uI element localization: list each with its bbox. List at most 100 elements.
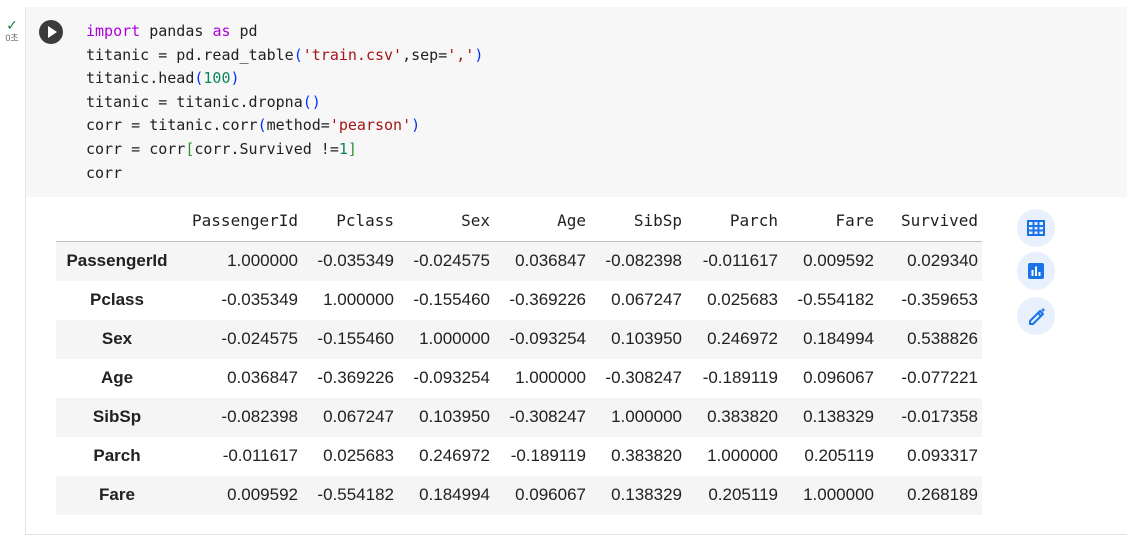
column-header: Survived xyxy=(900,210,978,230)
column-header: Sex xyxy=(461,210,490,230)
table-cell: 0.009592 xyxy=(227,485,298,504)
column-header: PassengerId xyxy=(192,210,298,230)
execution-time: 0초 xyxy=(5,33,19,43)
run-cell-button[interactable] xyxy=(39,20,63,44)
table-row: Sex -0.024575 -0.155460 1.000000 -0.093254 0.… xyxy=(56,319,982,359)
table-row: SibSp -0.082398 0.067247 0.103950 -0.308247 1… xyxy=(56,397,982,437)
row-index-label: Parch xyxy=(93,446,141,465)
table-cell: -0.155460 xyxy=(413,290,490,309)
cell-execution-status: ✓ 0초 xyxy=(0,18,24,43)
table-cell: 0.067247 xyxy=(611,290,682,309)
row-index-label: Pclass xyxy=(90,290,144,309)
table-cell: -0.359653 xyxy=(901,290,978,309)
table-cell: 1.000000 xyxy=(419,329,490,348)
table-cell: 0.383820 xyxy=(611,446,682,465)
table-cell: -0.024575 xyxy=(221,329,298,348)
table-cell: 0.009592 xyxy=(803,251,874,271)
column-header: Parch xyxy=(729,210,778,230)
code-line-3: titanic.head(100) xyxy=(86,69,240,88)
bar-chart-icon xyxy=(1028,263,1044,279)
play-icon xyxy=(48,26,57,38)
column-header: Age xyxy=(557,210,586,230)
row-index-label: Fare xyxy=(99,485,135,504)
table-cell: -0.035349 xyxy=(221,290,298,309)
column-header: Fare xyxy=(835,210,874,230)
table-cell: 1.000000 xyxy=(803,485,874,504)
table-cell: 0.025683 xyxy=(323,446,394,465)
table-cell: -0.554182 xyxy=(317,485,394,504)
table-cell: 0.205119 xyxy=(804,446,874,465)
table-cell: 0.205119 xyxy=(708,485,778,504)
code-editor[interactable]: import pandas as pd titanic = pd.read_ta… xyxy=(26,7,1127,197)
table-row: Parch -0.011617 0.025683 0.246972 -0.189119 0… xyxy=(56,437,982,476)
table-row: PassengerId 1.000000 -0.035349 -0.024575 0.0… xyxy=(56,241,982,281)
table-cell: -0.308247 xyxy=(509,407,586,426)
table-cell: 0.036847 xyxy=(515,251,586,271)
column-header: SibSp xyxy=(633,210,682,230)
table-cell: 0.093317 xyxy=(907,446,978,465)
table-cell: 0.138329 xyxy=(611,485,682,504)
column-header: Pclass xyxy=(336,210,394,230)
table-cell: -0.082398 xyxy=(605,251,682,271)
table-cell: 1.000000 xyxy=(227,251,298,271)
table-cell: 0.138329 xyxy=(803,407,874,426)
code-line-5: corr = titanic.corr(method='pearson') xyxy=(86,116,421,135)
table-cell: -0.017358 xyxy=(901,407,978,426)
table-cell: 0.096067 xyxy=(515,485,586,504)
cell-output: PassengerId Pclass Sex Age SibSp Parch F… xyxy=(56,199,982,515)
table-cell: -0.369226 xyxy=(509,290,586,309)
row-index-label: Sex xyxy=(101,329,133,348)
suggest-charts-button[interactable] xyxy=(1017,252,1055,290)
table-row: Age 0.036847 -0.369226 -0.093254 1.000000 -0.… xyxy=(56,359,982,398)
generate-code-button[interactable] xyxy=(1017,297,1055,335)
table-cell: 0.036847 xyxy=(227,368,298,387)
table-row: Fare 0.009592 -0.554182 0.184994 0.096067 0.1… xyxy=(56,475,982,515)
table-cell: -0.082398 xyxy=(221,407,298,426)
table-cell: -0.189119 xyxy=(702,368,778,387)
convert-to-interactive-table-button[interactable] xyxy=(1017,209,1055,247)
table-icon xyxy=(1027,220,1045,236)
code-line-7: corr xyxy=(86,163,123,182)
table-cell: -0.155460 xyxy=(317,329,394,348)
table-cell: 0.103950 xyxy=(611,329,682,348)
table-row: Pclass -0.035349 1.000000 -0.155460 -0.36922… xyxy=(56,281,982,320)
table-cell: -0.093254 xyxy=(509,329,586,348)
dataframe-table: PassengerId Pclass Sex Age SibSp Parch F… xyxy=(56,199,982,515)
table-cell: -0.093254 xyxy=(413,368,490,387)
code-line-2: titanic = pd.read_table('train.csv',sep=… xyxy=(86,45,484,64)
row-index-label: PassengerId xyxy=(66,251,168,271)
table-cell: 0.268189 xyxy=(907,485,978,504)
table-header-row: PassengerId Pclass Sex Age SibSp Parch F… xyxy=(56,199,982,242)
table-cell: -0.077221 xyxy=(901,368,978,387)
table-cell: 0.184994 xyxy=(803,329,874,348)
table-cell: 0.538826 xyxy=(907,329,978,348)
code-line-4: titanic = titanic.dropna() xyxy=(86,92,321,111)
table-cell: 0.383820 xyxy=(707,407,778,426)
table-cell: 0.246972 xyxy=(707,329,778,348)
table-cell: 0.025683 xyxy=(707,290,778,309)
code-line-1: import pandas as pd xyxy=(86,22,258,40)
table-cell: -0.554182 xyxy=(797,290,874,309)
row-index-label: Age xyxy=(100,368,134,387)
index-header xyxy=(56,199,178,242)
table-cell: 1.000000 xyxy=(323,290,394,309)
magic-pen-icon xyxy=(1029,307,1046,325)
table-cell: -0.011617 xyxy=(222,446,298,465)
table-cell: -0.035349 xyxy=(317,251,394,271)
table-cell: -0.011617 xyxy=(702,251,778,271)
row-index-label: SibSp xyxy=(92,407,142,426)
table-cell: 0.184994 xyxy=(419,485,490,504)
check-icon: ✓ xyxy=(6,17,18,33)
table-cell: 1.000000 xyxy=(515,368,586,387)
table-cell: 0.029340 xyxy=(907,251,978,271)
table-cell: -0.369226 xyxy=(317,368,394,387)
table-cell: 0.096067 xyxy=(803,368,874,387)
table-cell: 1.000000 xyxy=(611,407,682,426)
table-cell: -0.024575 xyxy=(413,251,490,271)
code-text[interactable]: import pandas as pd titanic = pd.read_ta… xyxy=(86,20,483,185)
table-cell: 0.103950 xyxy=(419,407,490,426)
code-line-6: corr = corr[corr.Survived !=1] xyxy=(86,139,357,158)
table-cell: -0.189119 xyxy=(510,446,586,465)
table-cell: 0.246972 xyxy=(419,446,490,465)
table-cell: 0.067247 xyxy=(323,407,394,426)
